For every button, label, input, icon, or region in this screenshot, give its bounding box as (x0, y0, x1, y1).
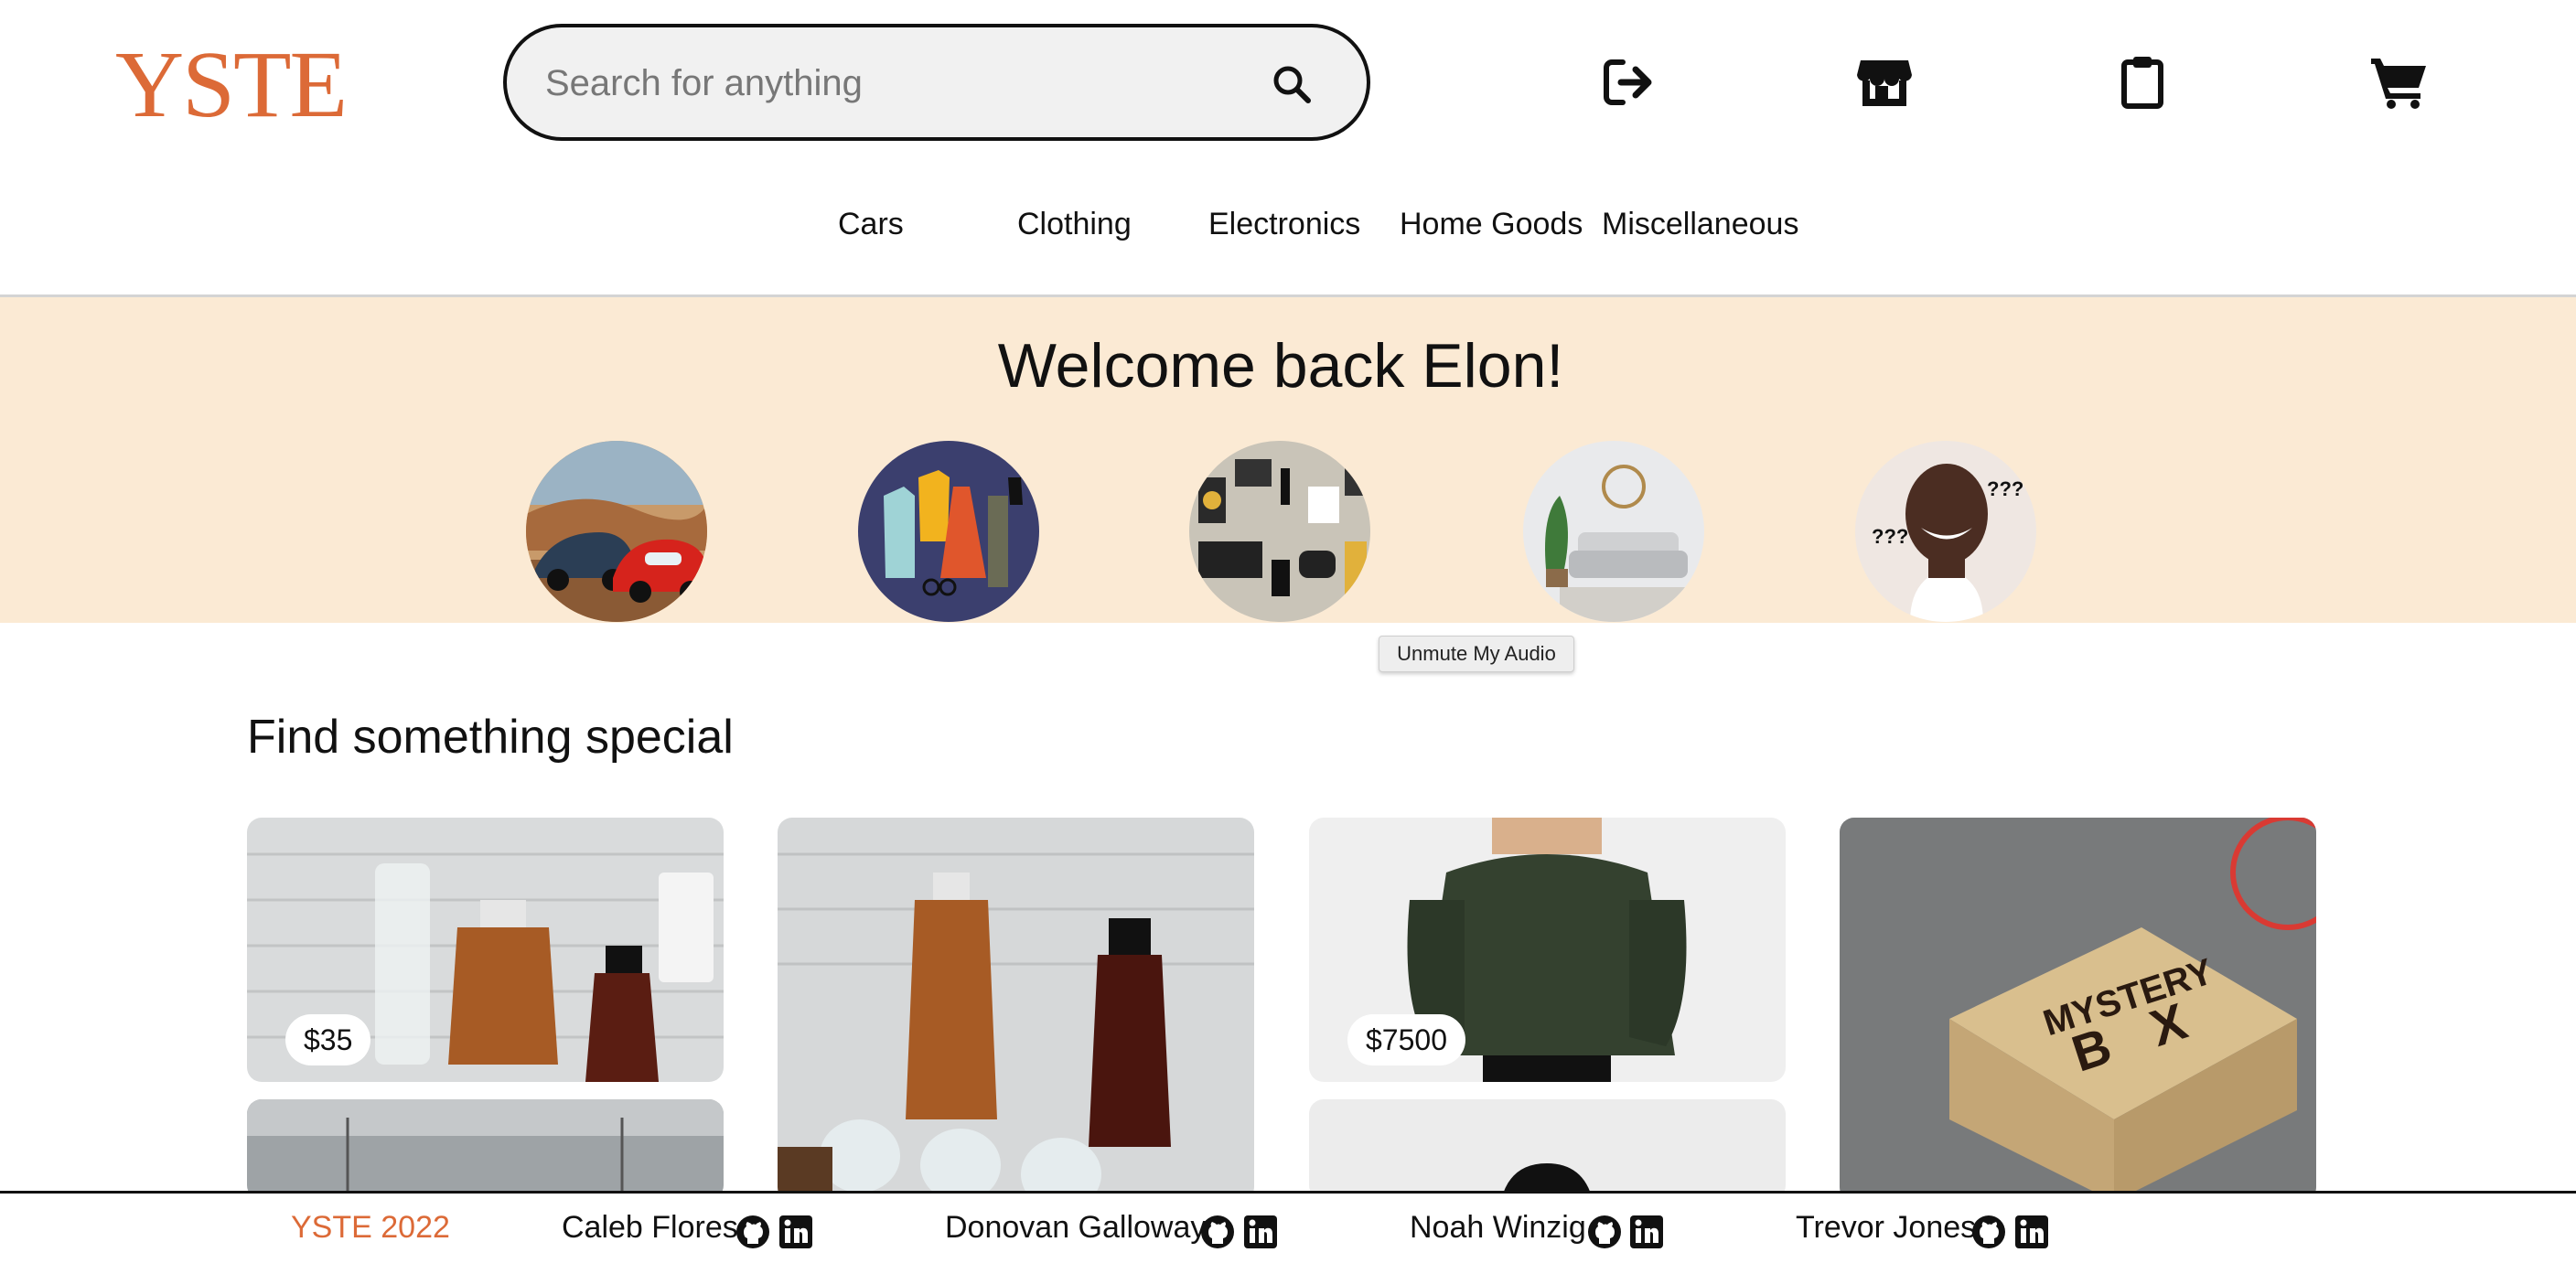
footer-person: Noah Winzig (1410, 1210, 1586, 1245)
footer: YSTE 2022 Caleb Flores Donovan Galloway … (0, 1191, 2576, 1274)
category-nav: Cars Clothing Electronics Home Goods Mis… (0, 207, 2576, 252)
github-icon[interactable] (1199, 1214, 1236, 1250)
category-circle-home-goods[interactable] (1523, 441, 1704, 622)
listing-card[interactable]: $35 (247, 818, 724, 1082)
github-icon[interactable] (1970, 1214, 2007, 1250)
footer-person: Caleb Flores (562, 1210, 738, 1245)
category-circle-clothing[interactable] (858, 441, 1039, 622)
listing-image (778, 818, 1254, 1202)
footer-person: Trevor Jones (1796, 1210, 1977, 1245)
listing-price: $7500 (1347, 1014, 1465, 1065)
linkedin-icon[interactable] (2013, 1214, 2050, 1250)
circle-annotation-2: ??? (1872, 525, 1908, 548)
listing-card[interactable] (247, 1099, 724, 1200)
category-circle-miscellaneous[interactable]: ??? ??? (1855, 441, 2036, 622)
welcome-title: Welcome back Elon! (997, 331, 1564, 401)
cart-icon[interactable] (2369, 53, 2428, 112)
site-logo[interactable]: YSTE (115, 35, 348, 135)
storefront-icon[interactable] (1855, 53, 1914, 112)
listing-card[interactable] (778, 818, 1254, 1202)
unmute-tooltip[interactable]: Unmute My Audio (1379, 636, 1574, 672)
listing-image (247, 1099, 724, 1200)
category-miscellaneous[interactable]: Miscellaneous (1602, 207, 1798, 242)
footer-person: Donovan Galloway (945, 1210, 1207, 1245)
footer-copyright[interactable]: YSTE 2022 (291, 1210, 450, 1246)
listing-price: $35 (285, 1014, 371, 1065)
search-input[interactable] (543, 53, 1242, 113)
category-circle-electronics[interactable] (1189, 441, 1370, 622)
clipboard-icon[interactable] (2113, 53, 2172, 112)
listing-card[interactable] (1309, 1099, 1786, 1200)
github-icon[interactable] (735, 1214, 771, 1250)
listing-card[interactable]: MYSTERY B X (1840, 818, 2316, 1202)
linkedin-icon[interactable] (1628, 1214, 1665, 1250)
category-circle-cars[interactable] (526, 441, 707, 622)
category-clothing[interactable]: Clothing (1017, 207, 1132, 242)
linkedin-icon[interactable] (1242, 1214, 1279, 1250)
category-electronics[interactable]: Electronics (1208, 207, 1360, 242)
github-icon[interactable] (1586, 1214, 1623, 1250)
logout-icon[interactable] (1599, 53, 1658, 112)
category-cars[interactable]: Cars (838, 207, 904, 242)
listing-image (1309, 1099, 1786, 1200)
search-bar (503, 24, 1370, 141)
listing-card[interactable]: $7500 (1309, 818, 1786, 1082)
section-title: Find something special (247, 711, 734, 764)
category-home-goods[interactable]: Home Goods (1400, 207, 1583, 242)
circle-annotation-1: ??? (1987, 477, 2023, 500)
linkedin-icon[interactable] (778, 1214, 814, 1250)
listing-image: MYSTERY B X (1840, 818, 2316, 1202)
search-icon[interactable] (1272, 64, 1312, 104)
